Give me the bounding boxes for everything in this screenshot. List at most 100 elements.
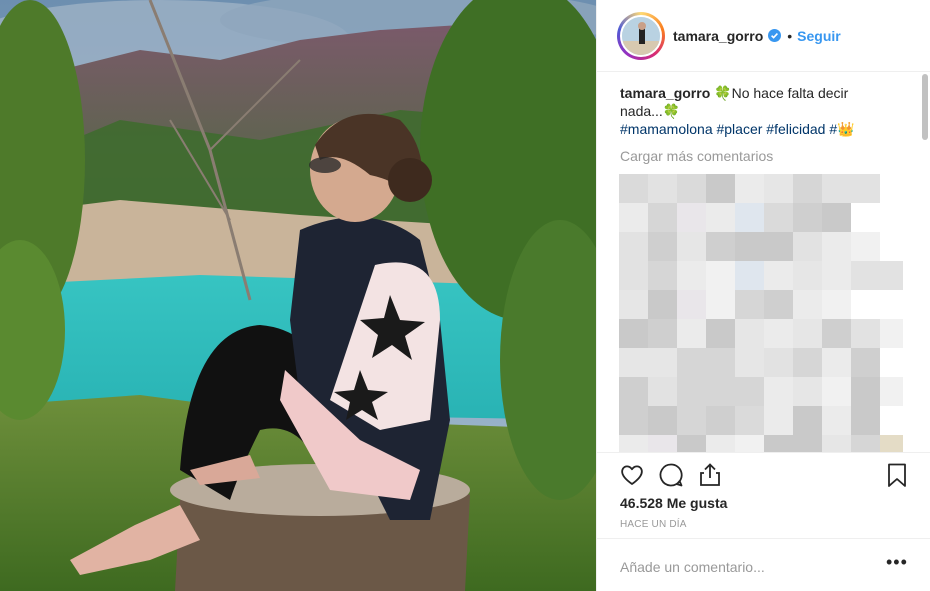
blur-cell xyxy=(793,261,822,290)
blur-cell xyxy=(648,435,677,452)
blur-cell xyxy=(880,377,903,406)
caption-line-1: 🍀No hace falta decir xyxy=(714,85,849,101)
blur-cell xyxy=(764,174,793,203)
blur-cell xyxy=(822,348,851,377)
blur-cell xyxy=(822,319,851,348)
blur-cell xyxy=(706,348,735,377)
blur-cell xyxy=(648,174,677,203)
separator-dot: • xyxy=(787,27,793,44)
blur-cell xyxy=(677,435,706,452)
share-icon[interactable] xyxy=(696,461,724,489)
blur-cell xyxy=(822,203,851,232)
blur-cell xyxy=(735,435,764,452)
blur-cell xyxy=(619,232,648,261)
blur-cell xyxy=(793,406,822,435)
blur-cell xyxy=(619,435,648,452)
blur-cell xyxy=(793,203,822,232)
post-actions xyxy=(597,452,930,496)
blur-cell xyxy=(619,261,648,290)
blur-cell xyxy=(706,435,735,452)
blur-cell xyxy=(793,319,822,348)
blur-cell xyxy=(619,203,648,232)
blur-cell xyxy=(648,290,677,319)
blur-cell xyxy=(764,290,793,319)
blur-cell xyxy=(677,174,706,203)
blur-cell xyxy=(793,377,822,406)
blur-cell xyxy=(677,348,706,377)
blur-cell xyxy=(619,174,648,203)
avatar[interactable] xyxy=(617,11,665,60)
blur-cell xyxy=(619,348,648,377)
blur-cell xyxy=(764,203,793,232)
blur-cell xyxy=(764,435,793,452)
blur-cell xyxy=(793,348,822,377)
post-photo[interactable] xyxy=(0,0,596,591)
blur-cell xyxy=(619,290,648,319)
blur-cell xyxy=(764,261,793,290)
blur-cell xyxy=(735,348,764,377)
blur-cell xyxy=(619,319,648,348)
blur-cell xyxy=(735,319,764,348)
blur-cell xyxy=(764,377,793,406)
blur-cell xyxy=(793,174,822,203)
blur-cell xyxy=(735,406,764,435)
add-comment-bar: Añade un comentario... ••• xyxy=(597,538,930,591)
blur-cell xyxy=(706,174,735,203)
blur-cell xyxy=(706,232,735,261)
blur-cell xyxy=(880,319,903,348)
blur-cell xyxy=(793,435,822,452)
blur-cell xyxy=(793,232,822,261)
blur-cell xyxy=(851,406,880,435)
post-timestamp[interactable]: HACE UN DÍA xyxy=(620,519,687,530)
blur-cell xyxy=(706,261,735,290)
scrollbar-thumb[interactable] xyxy=(922,74,928,140)
blur-cell xyxy=(677,203,706,232)
comments-scrollbar[interactable] xyxy=(921,74,929,451)
blur-cell xyxy=(793,290,822,319)
blur-cell xyxy=(851,377,880,406)
blur-cell xyxy=(706,203,735,232)
caption-line-2: nada...🍀 xyxy=(620,103,681,119)
blur-cell xyxy=(851,174,880,203)
caption-hashtags[interactable]: #mamamolona #placer #felicidad #👑 xyxy=(620,120,895,138)
caption-username[interactable]: tamara_gorro xyxy=(620,85,710,101)
blur-cell xyxy=(851,435,880,452)
more-options-button[interactable]: ••• xyxy=(886,553,907,571)
blur-cell xyxy=(735,232,764,261)
blur-cell xyxy=(619,406,648,435)
caption-text: tamara_gorro 🍀No hace falta decir nada..… xyxy=(620,84,895,120)
load-more-comments-button[interactable]: Cargar más comentarios xyxy=(620,147,895,165)
blur-cell xyxy=(822,406,851,435)
blur-cell xyxy=(648,377,677,406)
caption-block: tamara_gorro 🍀No hace falta decir nada..… xyxy=(620,84,895,165)
heart-icon[interactable] xyxy=(618,461,646,489)
blur-cell xyxy=(822,377,851,406)
blur-cell xyxy=(677,261,706,290)
blur-cell xyxy=(764,319,793,348)
blur-cell xyxy=(706,377,735,406)
blur-cell xyxy=(706,406,735,435)
blur-cell xyxy=(648,406,677,435)
blur-cell xyxy=(851,348,880,377)
blur-cell xyxy=(735,174,764,203)
blurred-comments xyxy=(619,174,903,452)
blur-cell xyxy=(851,232,880,261)
likes-count[interactable]: 46.528 Me gusta xyxy=(620,495,727,511)
post-header: tamara_gorro • Seguir xyxy=(597,0,930,72)
post-sidebar: tamara_gorro • Seguir tamara_gorro 🍀No h… xyxy=(596,0,930,591)
blur-cell xyxy=(880,261,903,290)
verified-badge-icon xyxy=(768,29,782,42)
comment-input[interactable]: Añade un comentario... xyxy=(620,559,765,575)
blur-cell xyxy=(735,290,764,319)
follow-button[interactable]: Seguir xyxy=(797,28,841,44)
blur-cell xyxy=(822,261,851,290)
comment-bubble-icon[interactable] xyxy=(657,461,685,489)
blur-cell xyxy=(735,203,764,232)
blur-cell xyxy=(677,232,706,261)
blur-cell xyxy=(677,406,706,435)
blur-cell xyxy=(764,348,793,377)
blur-cell xyxy=(648,261,677,290)
bookmark-icon[interactable] xyxy=(883,461,911,489)
post-username[interactable]: tamara_gorro xyxy=(673,28,763,44)
blur-cell xyxy=(735,261,764,290)
